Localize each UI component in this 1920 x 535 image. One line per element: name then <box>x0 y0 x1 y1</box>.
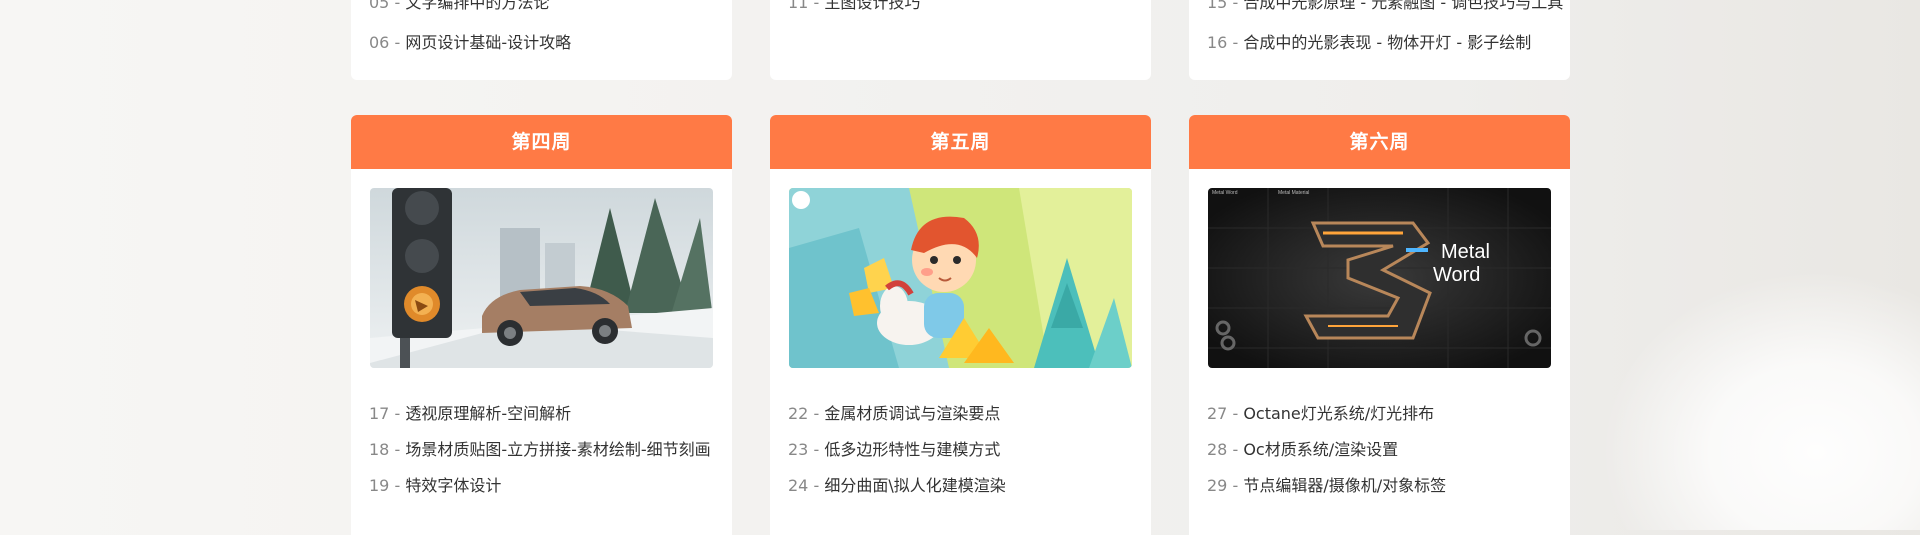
lesson-separator: - <box>1227 440 1244 459</box>
lesson-separator: - <box>808 440 825 459</box>
lesson-item[interactable]: 24 - 细分曲面\拟人化建模渲染 <box>788 472 1006 496</box>
corner-left-text: Metal Word <box>1212 190 1238 196</box>
lesson-number: 22 <box>788 404 809 423</box>
lesson-item[interactable]: 18 - 场景材质贴图-立方拼接-素材绘制-细节刻画 <box>369 436 711 460</box>
week-3-card-bottom: 15 - 合成中光影原理 - 元素融图 - 调色技巧与工具 16 - 合成中的光… <box>1189 0 1570 80</box>
lesson-separator: - <box>808 476 825 495</box>
lesson-separator: - <box>389 33 406 52</box>
lesson-title: Oc材质系统/渲染设置 <box>1243 440 1399 459</box>
lesson-separator: - <box>808 404 825 423</box>
week-6-card: 第六周 Metal Word Metal Word Metal Material… <box>1189 115 1570 535</box>
lesson-item[interactable]: 23 - 低多边形特性与建模方式 <box>788 436 1000 460</box>
lesson-item[interactable]: 05 - 文字编排中的方法论 <box>369 0 549 13</box>
lesson-separator: - <box>1227 404 1244 423</box>
week-4-card: 第四周 17 - 透视原理解析-空间解析 18 - 场景材质贴图-立方拼接-素材… <box>351 115 732 535</box>
lesson-item[interactable]: 19 - 特效字体设计 <box>369 472 501 496</box>
lesson-title: 场景材质贴图-立方拼接-素材绘制-细节刻画 <box>405 440 711 459</box>
lesson-separator: - <box>389 476 406 495</box>
lesson-item[interactable]: 16 - 合成中的光影表现 - 物体开灯 - 影子绘制 <box>1207 29 1531 53</box>
lesson-title: 合成中光影原理 - 元素融图 - 调色技巧与工具 <box>1243 0 1564 12</box>
corner-right-text: Metal Material <box>1278 190 1309 196</box>
lesson-title: 低多边形特性与建模方式 <box>824 440 1001 459</box>
lesson-number: 18 <box>369 440 390 459</box>
lesson-number: 28 <box>1207 440 1228 459</box>
lesson-separator: - <box>389 440 406 459</box>
lesson-title: 合成中的光影表现 - 物体开灯 - 影子绘制 <box>1243 33 1532 52</box>
lesson-item[interactable]: 15 - 合成中光影原理 - 元素融图 - 调色技巧与工具 <box>1207 0 1563 13</box>
lesson-number: 19 <box>369 476 390 495</box>
lesson-item[interactable]: 06 - 网页设计基础-设计攻略 <box>369 29 571 53</box>
week-title: 第五周 <box>770 115 1151 169</box>
lesson-title: 透视原理解析-空间解析 <box>405 404 572 423</box>
lesson-separator: - <box>808 0 825 12</box>
car-winter-traffic-light-image[interactable] <box>370 188 713 368</box>
week-3-card-bottom: 05 - 文字编排中的方法论 06 - 网页设计基础-设计攻略 <box>351 0 732 80</box>
lesson-number: 16 <box>1207 33 1228 52</box>
lesson-item[interactable]: 27 - Octane灯光系统/灯光排布 <box>1207 400 1434 424</box>
lesson-separator: - <box>1227 33 1244 52</box>
lesson-title: 特效字体设计 <box>405 476 502 495</box>
lesson-title: 文字编排中的方法论 <box>405 0 550 12</box>
lesson-number: 05 <box>369 0 390 12</box>
week-title: 第四周 <box>351 115 732 169</box>
lesson-number: 11 <box>788 0 809 12</box>
lesson-item[interactable]: 29 - 节点编辑器/摄像机/对象标签 <box>1207 472 1446 496</box>
cartoon-boy-on-horse-image[interactable] <box>789 188 1132 368</box>
lesson-number: 23 <box>788 440 809 459</box>
lesson-title: 细分曲面\拟人化建模渲染 <box>824 476 1006 495</box>
lesson-item[interactable]: 28 - Oc材质系统/渲染设置 <box>1207 436 1398 460</box>
lesson-number: 17 <box>369 404 390 423</box>
lesson-title: 网页设计基础-设计攻略 <box>405 33 572 52</box>
lesson-item[interactable]: 11 - 主图设计技巧 <box>788 0 920 13</box>
week-3-card-bottom: 11 - 主图设计技巧 <box>770 0 1151 80</box>
lesson-title: 主图设计技巧 <box>824 0 921 12</box>
lesson-title: Octane灯光系统/灯光排布 <box>1243 404 1435 423</box>
week-title: 第六周 <box>1189 115 1570 169</box>
lesson-separator: - <box>389 404 406 423</box>
lesson-separator: - <box>389 0 406 12</box>
lesson-item[interactable]: 22 - 金属材质调试与渲染要点 <box>788 400 1000 424</box>
lesson-item[interactable]: 17 - 透视原理解析-空间解析 <box>369 400 571 424</box>
lesson-number: 27 <box>1207 404 1228 423</box>
lesson-number: 15 <box>1207 0 1228 12</box>
background-cloud <box>1600 270 1920 530</box>
metal-text: Metal <box>1441 241 1490 263</box>
lesson-title: 金属材质调试与渲染要点 <box>824 404 1001 423</box>
lesson-number: 24 <box>788 476 809 495</box>
lesson-number: 29 <box>1207 476 1228 495</box>
lesson-number: 06 <box>369 33 390 52</box>
lesson-title: 节点编辑器/摄像机/对象标签 <box>1243 476 1447 495</box>
lesson-separator: - <box>1227 476 1244 495</box>
lesson-separator: - <box>1227 0 1244 12</box>
word-text: Word <box>1433 264 1480 286</box>
week-5-card: 第五周 22 - 金属材质调试与渲染要点 23 - 低多边形特性与建模方式 24… <box>770 115 1151 535</box>
metal-word-3d-number-image[interactable]: Metal Word Metal Word Metal Material <box>1208 188 1551 368</box>
